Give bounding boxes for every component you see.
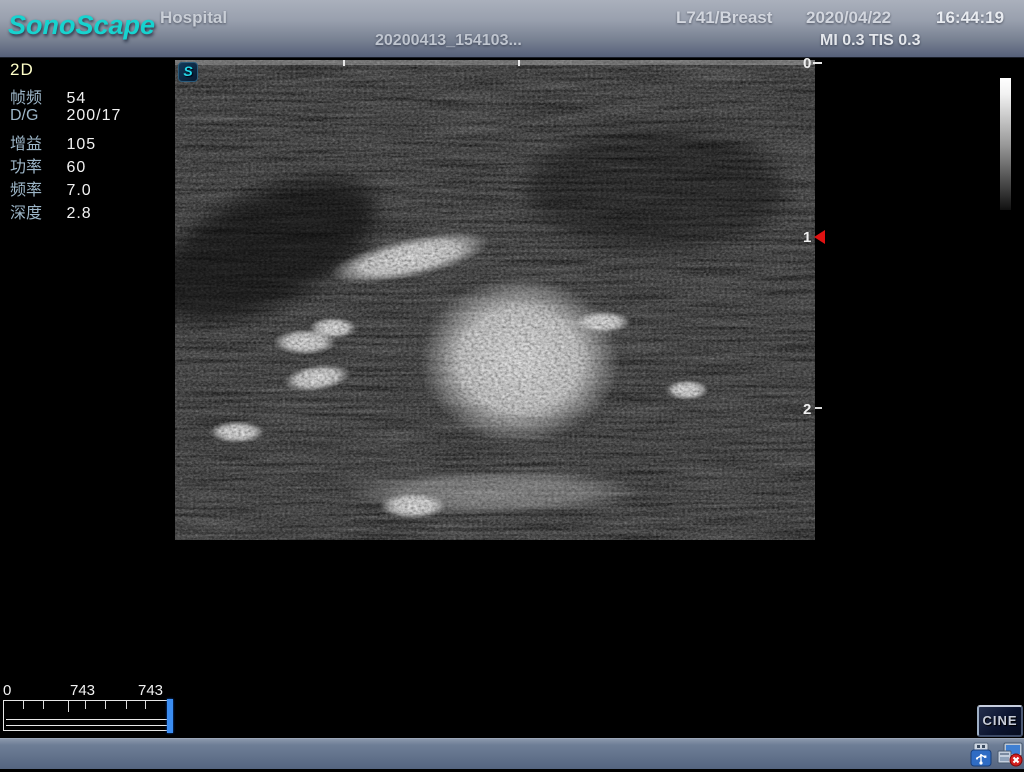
grayscale-map-bar: [1000, 78, 1011, 210]
param-value: 60: [66, 159, 86, 176]
param-label: 频率: [10, 176, 62, 200]
param-dynamic-range: D/G 200/17: [10, 107, 121, 129]
system-time: 16:44:19: [936, 8, 1004, 28]
param-label: 功率: [10, 153, 62, 177]
param-label: D/G: [10, 107, 62, 125]
ruler-tick: [145, 701, 146, 709]
cine-position-handle[interactable]: [167, 699, 173, 733]
ultrasound-b-mode-image[interactable]: S: [175, 60, 815, 540]
depth-mark-2: 2: [803, 401, 811, 418]
title-bar: SonoScape Hospital L741/Breast 2020/04/2…: [0, 0, 1024, 58]
probe-preset-label: L741/Breast: [676, 8, 772, 28]
param-frequency: 频率 7.0: [10, 176, 92, 198]
cine-frame-start: 0: [3, 682, 11, 699]
system-date: 2020/04/22: [806, 8, 891, 28]
param-gain: 增益 105: [10, 130, 96, 152]
ruler-tick: [105, 701, 106, 709]
ruler-tick: [68, 701, 69, 712]
param-value: 7.0: [66, 182, 91, 199]
param-power: 功率 60: [10, 153, 86, 175]
param-label: 增益: [10, 130, 62, 154]
cine-track: [6, 719, 168, 726]
cine-frame-end: 743: [138, 682, 163, 699]
cine-frame-mid: 743: [70, 682, 95, 699]
cine-scrubber[interactable]: [3, 700, 171, 731]
usb-icon[interactable]: [968, 742, 994, 767]
depth-mark-1: 1: [803, 229, 811, 246]
focus-position-marker[interactable]: [814, 230, 825, 244]
depth-mark-0: 0: [803, 55, 811, 72]
sonoscape-logo: SonoScape: [8, 10, 155, 41]
param-frame-rate: 帧频 54: [10, 84, 86, 106]
imaging-mode-label: 2D: [10, 60, 34, 80]
ruler-tick: [43, 701, 44, 709]
param-value: 200/17: [66, 107, 121, 124]
hospital-name: Hospital: [160, 8, 227, 28]
ruler-tick: [23, 701, 24, 709]
status-taskbar: [0, 738, 1024, 769]
mi-tis-indicator: MI 0.3 TIS 0.3: [820, 32, 920, 50]
depth-tick: [815, 407, 822, 409]
param-value: 2.8: [66, 205, 91, 222]
ruler-tick: [126, 701, 127, 709]
param-value: 105: [66, 136, 96, 153]
speckle-render: [175, 60, 815, 540]
computer-error-icon[interactable]: [996, 742, 1022, 767]
ruler-tick: [85, 701, 86, 709]
param-depth: 深度 2.8: [10, 199, 92, 221]
width-scale-tick: [343, 60, 345, 66]
param-label: 帧频: [10, 84, 62, 108]
param-label: 深度: [10, 199, 62, 223]
cine-button[interactable]: CINE: [977, 705, 1023, 737]
probe-orientation-marker: S: [178, 62, 198, 82]
width-scale-tick: [518, 60, 520, 66]
param-value: 54: [66, 90, 86, 107]
depth-tick: [813, 62, 822, 64]
exam-file-name: 20200413_154103...: [375, 32, 522, 50]
